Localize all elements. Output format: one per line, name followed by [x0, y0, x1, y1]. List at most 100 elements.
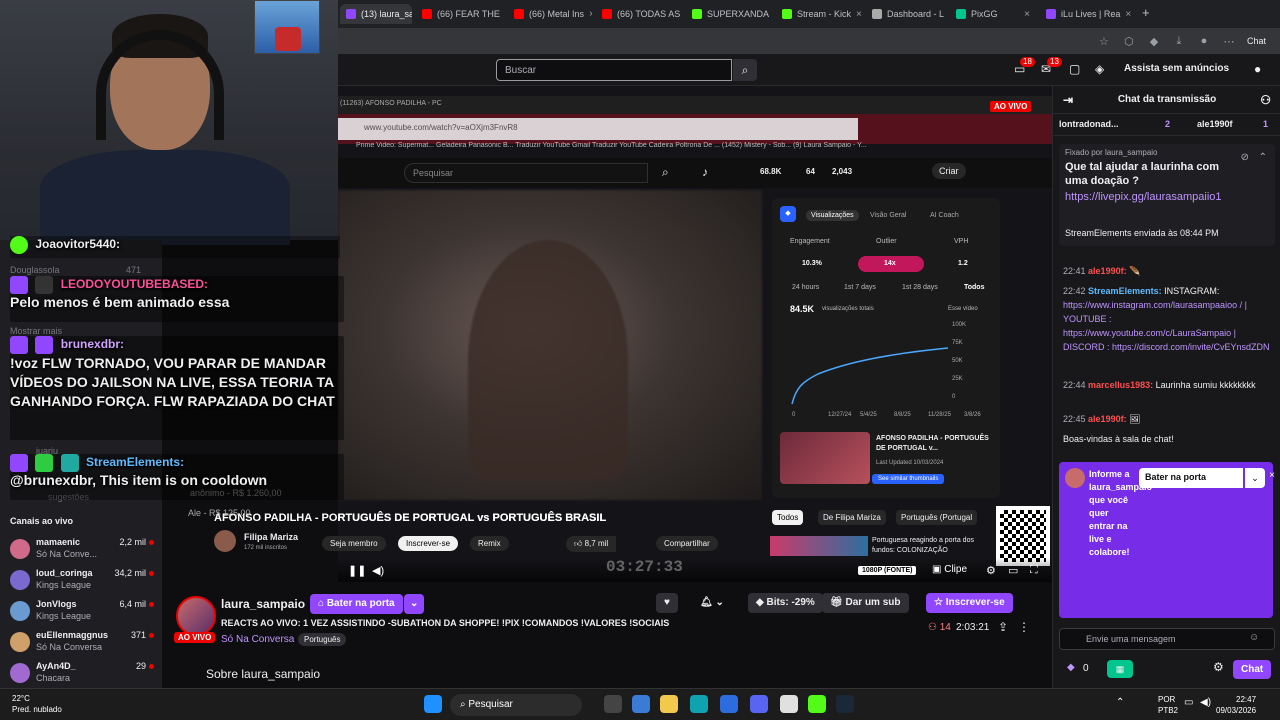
profile-icon[interactable]: ● — [1197, 35, 1211, 47]
browser-tab[interactable]: PixGG × — [950, 4, 1036, 24]
knock-dropdown[interactable]: ⌄ — [404, 594, 425, 614]
browser-tab[interactable]: SUPERXANDA× — [686, 4, 772, 24]
fullscreen-icon[interactable]: ⛶ — [1030, 564, 1038, 577]
mute-icon — [35, 276, 54, 294]
emote-picker-icon[interactable]: ☺ — [1249, 632, 1259, 643]
chat-user[interactable]: marcellus1983: — [1088, 380, 1153, 390]
settings-icon[interactable]: ⚙ — [986, 564, 996, 577]
volume-icon[interactable]: ◀) — [372, 564, 384, 577]
sidebar-channel[interactable]: AyAn4D_ Chacara 29 — [8, 660, 158, 688]
app-icon[interactable] — [808, 695, 826, 713]
sidebar-channel[interactable]: mamaenic Só Na Conve... 2,2 mil — [8, 536, 158, 564]
turbo-button[interactable]: Assista sem anúncios — [1124, 63, 1229, 74]
knock-prompt-button[interactable]: Bater na porta — [1139, 468, 1243, 488]
stream-category[interactable]: Só Na Conversa — [221, 634, 294, 645]
menu-icon[interactable]: ⋯ — [1222, 35, 1236, 48]
browser-tab[interactable]: Dashboard - L× — [866, 4, 946, 24]
language-indicator[interactable]: POR PTB2 — [1158, 694, 1178, 716]
extension-icon[interactable]: ⬡ — [1122, 35, 1136, 48]
chat-input[interactable]: Envie uma mensagem — [1059, 628, 1275, 650]
speaker-icon[interactable]: ◀) — [1200, 697, 1211, 708]
close-tab-icon[interactable]: × — [1024, 9, 1030, 20]
star-icon: ☆ — [934, 597, 946, 608]
subscribe-button[interactable]: ☆ Inscrever-se — [926, 593, 1013, 613]
task-view-icon[interactable] — [604, 695, 622, 713]
close-tab-icon[interactable]: × — [856, 9, 862, 20]
copilot-icon[interactable] — [632, 695, 650, 713]
browser-tab[interactable]: (66) Metal Ins × — [508, 4, 592, 24]
captured-tab-bar: (11263) AFONSO PADILHA - PC — [338, 96, 1052, 114]
hide-pin-icon[interactable]: ⊘ — [1241, 152, 1249, 163]
sidebar-channel[interactable]: euEllenmaggnus Só Na Conversa 371 — [8, 629, 158, 657]
pause-icon[interactable]: ❚❚ — [348, 564, 366, 577]
chat-user[interactable]: ale1990f: — [1088, 414, 1127, 424]
close-icon[interactable]: × — [1269, 470, 1275, 481]
windows-search[interactable]: ⌕ Pesquisar — [450, 694, 582, 716]
browser-tab[interactable]: (66) FEAR THE× — [416, 4, 504, 24]
shield-icon[interactable]: ◆ — [1147, 35, 1161, 48]
star-icon[interactable]: ☆ — [1097, 35, 1111, 48]
chevron-up-icon[interactable]: ⌃ — [1259, 152, 1267, 163]
knock-button[interactable]: ⌂ Bater na porta — [310, 594, 403, 614]
clip-button[interactable]: ▣ Clipe — [932, 564, 967, 575]
share-icon[interactable]: ⇪ — [998, 620, 1008, 634]
sidebar-channel[interactable]: loud_coringa Kings League 34,2 mil — [8, 567, 158, 595]
edge-icon[interactable] — [690, 695, 708, 713]
settings-icon[interactable]: ⚙ — [1213, 660, 1224, 674]
language-tag[interactable]: Português — [298, 633, 347, 646]
send-chat-button[interactable]: Chat — [1233, 660, 1272, 679]
gift-box-icon[interactable]: ▦ — [1107, 660, 1133, 678]
system-clock[interactable]: 22:47 09/03/2026 — [1216, 694, 1256, 716]
users-icon[interactable]: ⚇ — [1260, 86, 1271, 114]
close-tab-icon[interactable]: × — [1125, 9, 1131, 20]
search-input[interactable]: Buscar — [496, 59, 732, 81]
discord-icon[interactable] — [750, 695, 768, 713]
weather-widget[interactable]: 22°C Pred. nublado — [12, 693, 62, 715]
steam-icon[interactable] — [836, 695, 854, 713]
windows-start-icon[interactable] — [424, 695, 442, 713]
browser-tab[interactable]: (66) TODAS AS× — [596, 4, 682, 24]
more-options-icon[interactable]: ⋮ — [1018, 620, 1030, 634]
chat-user[interactable]: ale1990f: — [1088, 266, 1127, 276]
channel-points[interactable]: 0 — [1083, 663, 1089, 674]
store-icon[interactable] — [720, 695, 738, 713]
video-player[interactable]: (11263) AFONSO PADILHA - PC www.youtube.… — [338, 86, 1052, 582]
user-avatar[interactable]: ● — [1254, 62, 1261, 76]
channel-avatar — [10, 632, 30, 652]
chevron-down-icon[interactable]: ⌄ — [1245, 468, 1265, 488]
copilot-chat-button[interactable]: Chat — [1247, 36, 1266, 46]
gift-sub-button[interactable]: 🎁︎ Dar um sub — [822, 593, 909, 613]
network-icon[interactable]: ▭ — [1184, 697, 1193, 708]
tray-chevron-icon[interactable]: ⌃ — [1116, 697, 1124, 708]
browser-tab[interactable]: Stream - Kick × — [776, 4, 862, 24]
browser-tab[interactable]: iLu Lives | Rea × — [1040, 4, 1132, 24]
chrome-icon[interactable] — [780, 695, 798, 713]
viewer-count: ⚇ 14 — [928, 622, 951, 633]
sidebar-channel[interactable]: JonVlogs Kings League 6,4 mil — [8, 598, 158, 626]
theatre-icon[interactable]: ▭ — [1008, 564, 1018, 577]
channel-category: Kings League — [36, 580, 92, 590]
crown-icon[interactable]: ◈ — [1095, 62, 1104, 76]
windows-search-label: Pesquisar — [468, 699, 513, 710]
new-tab-button[interactable]: + — [1142, 5, 1150, 20]
show-more-link[interactable]: Mostrar mais — [10, 326, 62, 336]
tab-label: PixGG — [971, 9, 998, 19]
search-button[interactable]: ⌕ — [733, 59, 757, 81]
chat-links[interactable]: https://www.instagram.com/laurasampaaioo… — [1063, 300, 1270, 352]
download-icon[interactable]: ⤓ — [1172, 35, 1186, 48]
x-tick-label: 3/8/26 — [964, 412, 981, 418]
notification-bell-button[interactable]: 🔔︎ ⌄ — [692, 593, 732, 613]
pinned-link[interactable]: https://livepix.gg/laurasampaiio1 — [1065, 190, 1235, 204]
tab-label: iLu Lives | Rea — [1061, 9, 1121, 19]
streamer-avatar[interactable] — [176, 596, 216, 636]
youtube-top-bar: Pesquisar ⌕ ♪ 68.8K 64 2,043 Criar — [338, 158, 1052, 188]
chat-user[interactable]: StreamElements: — [1088, 286, 1162, 296]
collapse-icon[interactable]: ⇥ — [1063, 86, 1073, 114]
file-explorer-icon[interactable] — [660, 695, 678, 713]
streamer-name[interactable]: laura_sampaio — [221, 597, 305, 611]
follow-heart-button[interactable]: ♥ — [656, 593, 678, 613]
browser-tab[interactable]: (13) laura_sam× — [340, 4, 412, 24]
close-tab-icon[interactable]: × — [589, 9, 592, 20]
bits-button[interactable]: ◆ Bits: -29% — [748, 593, 823, 613]
chat-bubble-icon[interactable]: ▢ — [1069, 62, 1080, 76]
